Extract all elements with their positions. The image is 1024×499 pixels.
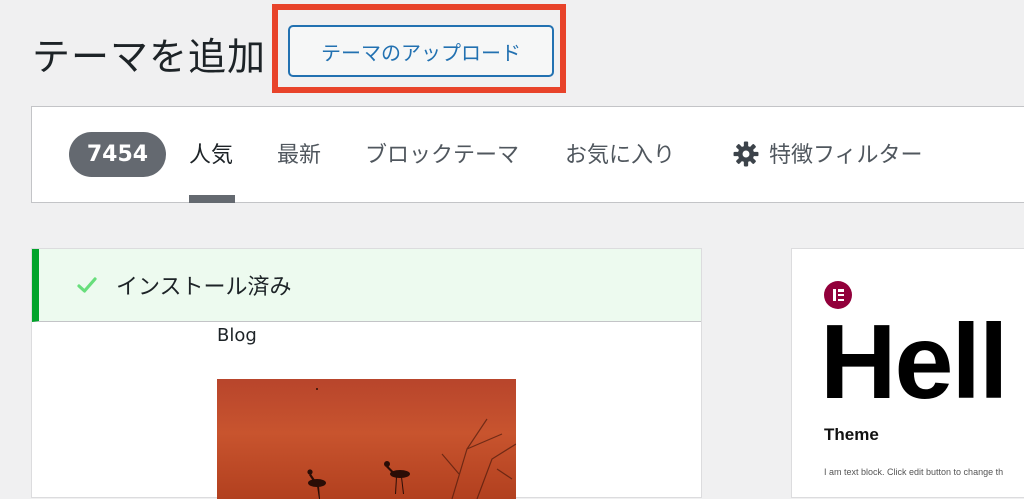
bird-silhouette-image — [307, 388, 516, 499]
filter-bar: 7454 人気 最新 ブロックテーマ お気に入り 特徴フィルター — [31, 106, 1024, 203]
theme-count-badge: 7454 — [69, 132, 166, 177]
hello-heading: Hell — [820, 303, 1008, 421]
tab-latest[interactable]: 最新 — [277, 137, 321, 171]
upload-theme-button[interactable]: テーマのアップロード — [288, 25, 554, 77]
gear-icon[interactable] — [733, 141, 759, 167]
page-title: テーマを追加 — [32, 35, 267, 79]
installed-banner: インストール済み — [32, 249, 701, 322]
checkmark-icon — [77, 277, 97, 293]
installed-status-text: インストール済み — [116, 275, 292, 300]
theme-card-installed[interactable]: インストール済み Blog — [31, 248, 702, 499]
theme-subheading: Theme — [824, 425, 879, 444]
tab-favorites[interactable]: お気に入り — [565, 137, 675, 171]
theme-preview-image — [217, 379, 516, 499]
preview-blog-label: Blog — [217, 325, 257, 346]
active-tab-indicator — [189, 195, 235, 203]
theme-card-hello-elementor[interactable]: Hell Theme I am text block. Click edit b… — [791, 248, 1024, 498]
tab-block-themes[interactable]: ブロックテーマ — [365, 137, 519, 171]
feature-filter-button[interactable]: 特徴フィルター — [769, 137, 923, 171]
sample-body-text: I am text block. Click edit button to ch… — [824, 467, 1004, 477]
tab-popular[interactable]: 人気 — [189, 137, 233, 171]
